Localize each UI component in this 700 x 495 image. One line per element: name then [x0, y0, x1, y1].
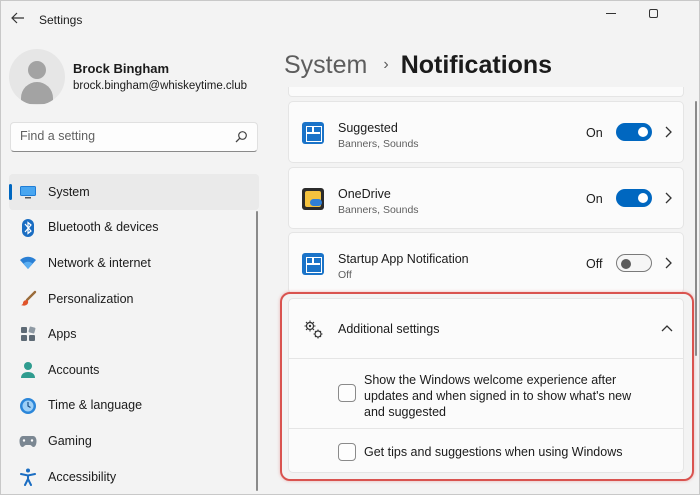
toggle-state-label: On [586, 126, 603, 140]
gaming-icon [19, 432, 37, 450]
additional-settings-header[interactable]: Additional settings [289, 299, 683, 359]
sidebar-item-label: Gaming [48, 433, 92, 448]
search-input[interactable] [20, 129, 220, 143]
sidebar-item-label: Personalization [48, 291, 134, 306]
breadcrumb: System › Notifications [284, 47, 552, 83]
minimize-button[interactable] [589, 1, 633, 25]
sidebar-item-system[interactable]: System [9, 174, 259, 210]
sidebar-item-network[interactable]: Network & internet [9, 245, 259, 281]
tips-suggestions-checkbox[interactable] [338, 443, 356, 461]
sidebar-item-label: Accounts [48, 362, 100, 377]
chevron-right-icon[interactable] [662, 124, 674, 140]
welcome-experience-checkbox[interactable] [338, 384, 356, 402]
user-profile[interactable]: Brock Bingham brock.bingham@whiskeytime.… [9, 49, 259, 109]
option-welcome-experience: Show the Windows welcome experience afte… [289, 359, 683, 429]
additional-settings-title: Additional settings [338, 322, 440, 336]
main-scrollbar[interactable] [695, 101, 697, 356]
option-tips-suggestions: Get tips and suggestions when using Wind… [289, 430, 683, 472]
toggle-state-label: On [586, 192, 603, 206]
chevron-right-icon[interactable] [662, 255, 674, 271]
sidebar-item-label: Apps [48, 327, 77, 342]
window-title: Settings [39, 13, 83, 27]
app-name: Suggested [338, 121, 398, 135]
maximize-icon [648, 8, 658, 18]
gears-icon [304, 320, 323, 339]
chevron-right-icon[interactable] [662, 190, 674, 206]
notification-toggle[interactable] [616, 254, 652, 272]
suggested-app-icon [302, 122, 324, 144]
settings-window: Settings Brock Bingham brock.bingham@whi… [0, 0, 700, 495]
back-button[interactable] [7, 7, 29, 29]
onedrive-icon [302, 188, 324, 210]
notification-app-startup[interactable]: Startup App Notification Off Off [288, 232, 684, 294]
startup-app-icon [302, 253, 324, 275]
option-label: Get tips and suggestions when using Wind… [364, 445, 623, 459]
avatar [9, 49, 65, 105]
accessibility-icon [19, 468, 37, 486]
sidebar-item-label: Bluetooth & devices [48, 220, 159, 235]
sidebar-item-bluetooth[interactable]: Bluetooth & devices [9, 210, 259, 246]
notification-toggle[interactable] [616, 189, 652, 207]
sidebar-item-apps[interactable]: Apps [9, 316, 259, 352]
network-icon [19, 254, 37, 272]
app-subtitle: Banners, Sounds [338, 138, 419, 150]
search-box[interactable] [10, 122, 258, 152]
sidebar-item-label: Network & internet [48, 255, 151, 270]
app-name: OneDrive [338, 187, 391, 201]
back-arrow-icon [11, 12, 24, 24]
system-icon [19, 183, 37, 201]
sidebar-scrollbar[interactable] [256, 211, 258, 491]
sidebar-nav: System Bluetooth & devices Network & int… [9, 174, 259, 494]
notification-app-suggested[interactable]: Suggested Banners, Sounds On [288, 101, 684, 163]
accounts-icon [19, 361, 37, 379]
search-icon [235, 131, 247, 143]
notification-app-onedrive[interactable]: OneDrive Banners, Sounds On [288, 167, 684, 229]
sidebar-item-time-language[interactable]: Time & language [9, 388, 259, 424]
sidebar-item-accounts[interactable]: Accounts [9, 352, 259, 388]
additional-settings-panel: Additional settings Show the Windows wel… [288, 298, 684, 473]
sidebar-item-gaming[interactable]: Gaming [9, 423, 259, 459]
minimize-icon [606, 12, 616, 14]
toggle-state-label: Off [586, 257, 603, 271]
bluetooth-icon [19, 218, 37, 237]
breadcrumb-parent[interactable]: System [284, 51, 367, 80]
maximize-button[interactable] [631, 1, 675, 25]
app-subtitle: Banners, Sounds [338, 204, 419, 216]
profile-name: Brock Bingham [73, 61, 170, 76]
chevron-up-icon[interactable] [660, 322, 674, 334]
app-subtitle: Off [338, 269, 352, 281]
sidebar-item-personalization[interactable]: Personalization [9, 281, 259, 317]
sidebar-item-accessibility[interactable]: Accessibility [9, 459, 259, 494]
previous-card-edge [288, 87, 684, 97]
page-title: Notifications [400, 50, 553, 79]
option-label: Show the Windows welcome experience afte… [364, 373, 632, 419]
sidebar-item-label: System [48, 184, 90, 199]
time-icon [19, 397, 37, 415]
notification-toggle[interactable] [616, 123, 652, 141]
sidebar-item-label: Time & language [48, 398, 143, 413]
app-name: Startup App Notification [338, 252, 469, 266]
profile-email: brock.bingham@whiskeytime.club [73, 80, 248, 92]
apps-icon [19, 325, 37, 343]
sidebar-item-label: Accessibility [48, 469, 117, 484]
brush-icon [19, 290, 37, 308]
title-bar: Settings [1, 1, 699, 37]
breadcrumb-separator-icon: › [383, 56, 389, 73]
